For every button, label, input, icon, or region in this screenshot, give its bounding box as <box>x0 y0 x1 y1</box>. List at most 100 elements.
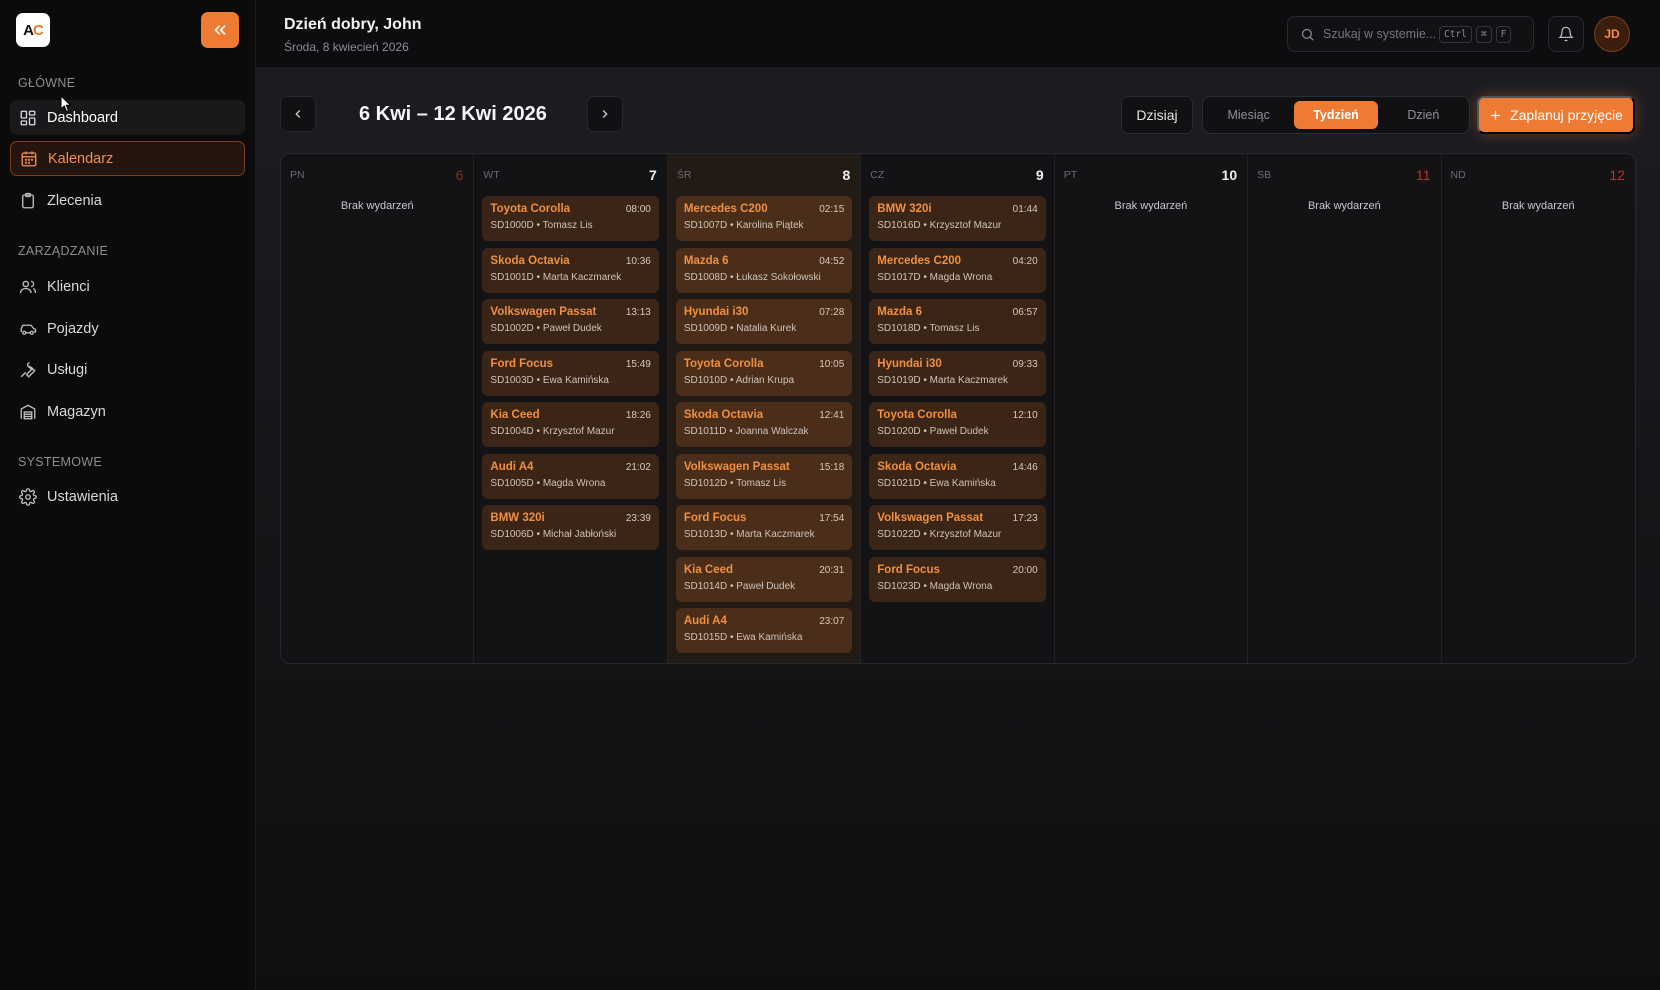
event-time: 04:20 <box>1012 255 1038 267</box>
event-card[interactable]: Kia Ceed 18:26 SD1004D • Krzysztof Mazur <box>482 402 659 447</box>
event-time: 10:05 <box>819 358 845 370</box>
event-card[interactable]: BMW 320i 23:39 SD1006D • Michał Jabłoński <box>482 505 659 550</box>
day-column[interactable]: CZ 9 BMW 320i 01:44 SD1016D • Krzysztof Mazu… <box>861 154 1055 663</box>
event-time: 12:10 <box>1012 410 1038 421</box>
sidebar-item-calendar[interactable]: Kalendarz <box>10 141 245 176</box>
sidebar-item-label: Kalendarz <box>48 150 114 167</box>
sidebar-item-warehouse[interactable]: Magazyn <box>10 394 245 429</box>
view-week-option[interactable]: Tydzień <box>1294 101 1378 129</box>
sidebar-item-label: Ustawienia <box>47 488 118 505</box>
sidebar-item-vehicles[interactable]: Pojazdy <box>10 311 245 346</box>
event-card[interactable]: Mercedes C200 04:20 SD1017D • Magda Wrona <box>869 247 1046 293</box>
event-card[interactable]: Mazda 6 04:52 SD1008D • Łukasz Sokołowski <box>675 247 853 293</box>
greeting-title: Dzień dobry, John <box>284 16 422 33</box>
chevrons-left-icon <box>214 25 226 35</box>
day-of-week-label: PN <box>290 169 305 181</box>
event-card[interactable]: Toyota Corolla 10:05 SD1010D • Adrian Krup… <box>675 350 853 396</box>
dashboard-icon <box>18 108 38 128</box>
search-box[interactable]: Ctrl ⌘ F <box>1287 16 1534 52</box>
wrench-icon <box>18 360 38 380</box>
event-card[interactable]: Audi A4 21:02 SD1005D • Magda Wrona <box>482 453 659 499</box>
event-card[interactable]: Hyundai i30 09:33 SD1019D • Marta Kaczmare… <box>869 350 1046 396</box>
event-time: 13:13 <box>625 307 651 318</box>
event-card[interactable]: Volkswagen Passat 13:13 SD1002D • Paweł Du… <box>482 299 659 344</box>
event-time: 09:33 <box>1012 358 1038 370</box>
event-details: SD1009D • Natalia Kurek <box>683 323 797 334</box>
day-column[interactable]: WT 7 Toyota Corolla 08:00 SD1000D • Tomasz L… <box>474 154 668 663</box>
day-column[interactable]: SB 11 Brak wydarzeń <box>1248 154 1442 663</box>
current-date: Środa, 8 kwiecień 2026 <box>284 40 409 54</box>
event-time: 17:54 <box>819 513 845 524</box>
day-column[interactable]: ND 12 Brak wydarzeń <box>1442 154 1635 663</box>
day-column[interactable]: PT 10 Brak wydarzeń <box>1055 154 1249 663</box>
calendar-icon <box>19 149 39 169</box>
event-card[interactable]: Ford Focus 17:54 SD1013D • Marta Kaczmarek <box>675 505 853 550</box>
event-card[interactable]: Toyota Corolla 08:00 SD1000D • Tomasz Lis <box>482 196 659 241</box>
sidebar-item-orders[interactable]: Zlecenia <box>10 183 245 218</box>
event-details: SD1019D • Marta Kaczmarek <box>877 374 1009 386</box>
event-card[interactable]: Volkswagen Passat 17:23 SD1022D • Krzyszto… <box>869 505 1046 550</box>
shortcut-key-cmd: ⌘ <box>1475 25 1492 43</box>
event-details: SD1016D • Krzysztof Mazur <box>877 220 1002 231</box>
event-card[interactable]: Skoda Octavia 14:46 SD1021D • Ewa Kamińska <box>869 453 1046 499</box>
event-details: SD1023D • Magda Wrona <box>877 580 993 592</box>
sidebar-item-label: Dashboard <box>47 109 118 126</box>
event-details: SD1001D • Marta Kaczmarek <box>490 271 622 283</box>
no-events-label: Brak wydarzeń <box>1501 200 1575 212</box>
event-card[interactable]: BMW 320i 01:44 SD1016D • Krzysztof Mazur <box>869 196 1046 241</box>
next-week-button[interactable] <box>587 96 623 132</box>
view-month-option[interactable]: Miesiąc <box>1207 101 1290 129</box>
event-details: SD1004D • Krzysztof Mazur <box>490 426 615 437</box>
schedule-appointment-button[interactable]: Zaplanuj przyjęcie <box>1477 96 1635 134</box>
event-time: 20:31 <box>819 564 845 576</box>
sidebar-item-clients[interactable]: Klienci <box>10 269 245 304</box>
previous-week-button[interactable] <box>280 96 316 132</box>
shortcut-key-f: F <box>1495 25 1512 43</box>
mouse-cursor-icon <box>60 95 72 113</box>
event-card[interactable]: Volkswagen Passat 15:18 SD1012D • Tomasz L… <box>675 453 853 499</box>
section-title-main: GŁÓWNE <box>18 76 76 90</box>
collapse-sidebar-button[interactable] <box>201 12 239 48</box>
event-card[interactable]: Audi A4 23:07 SD1015D • Ewa Kamińska <box>675 608 853 653</box>
event-card[interactable]: Mercedes C200 02:15 SD1007D • Karolina Pią… <box>675 196 853 241</box>
event-details: SD1008D • Łukasz Sokołowski <box>683 271 821 283</box>
event-details: SD1007D • Karolina Piątek <box>683 220 804 231</box>
sidebar: AC GŁÓWNE Dashboard Kalendarz Zlecenia Z… <box>0 0 256 990</box>
today-button[interactable]: Dzisiaj <box>1121 96 1193 134</box>
day-header: ŚR 8 <box>676 154 852 196</box>
event-card[interactable]: Kia Ceed 20:31 SD1014D • Paweł Dudek <box>675 556 853 602</box>
event-card[interactable]: Hyundai i30 07:28 SD1009D • Natalia Kurek <box>675 299 853 344</box>
logo-letter-a: A <box>23 21 34 39</box>
sidebar-item-dashboard[interactable]: Dashboard <box>10 100 245 135</box>
event-card[interactable]: Skoda Octavia 10:36 SD1001D • Marta Kaczma… <box>482 247 659 293</box>
event-details: SD1010D • Adrian Krupa <box>683 374 795 386</box>
notifications-button[interactable] <box>1548 16 1584 52</box>
app-logo[interactable]: AC <box>16 13 50 47</box>
day-of-week-label: ND <box>1450 169 1466 181</box>
event-time: 20:00 <box>1012 564 1038 576</box>
event-time: 07:28 <box>819 307 845 318</box>
week-calendar-grid: PN 6 Brak wydarzeń WT 7 Toyota Corolla 08:00 SD… <box>280 153 1636 664</box>
view-day-option[interactable]: Dzień <box>1382 101 1465 129</box>
event-card[interactable]: Mazda 6 06:57 SD1018D • Tomasz Lis <box>869 299 1046 344</box>
schedule-appointment-label: Zaplanuj przyjęcie <box>1510 107 1623 123</box>
event-card[interactable]: Skoda Octavia 12:41 SD1011D • Joanna Walcz… <box>675 402 853 447</box>
event-card[interactable]: Ford Focus 20:00 SD1023D • Magda Wrona <box>869 556 1046 602</box>
event-details: SD1013D • Marta Kaczmarek <box>683 529 815 540</box>
event-time: 15:49 <box>625 358 651 370</box>
search-input[interactable] <box>1323 27 1435 41</box>
event-details: SD1015D • Ewa Kamińska <box>683 632 803 643</box>
event-time: 17:23 <box>1012 513 1038 524</box>
no-events-label: Brak wydarzeń <box>340 200 414 212</box>
sidebar-item-services[interactable]: Usługi <box>10 352 245 387</box>
view-switcher: Miesiąc Tydzień Dzień <box>1202 96 1470 134</box>
sidebar-item-settings[interactable]: Ustawienia <box>10 479 245 514</box>
day-column[interactable]: ŚR 8 Mercedes C200 02:15 SD1007D • Karolina … <box>667 154 862 663</box>
section-title-management: ZARZĄDZANIE <box>18 244 109 258</box>
event-card[interactable]: Toyota Corolla 12:10 SD1020D • Paweł Dudek <box>869 402 1046 447</box>
user-avatar[interactable]: JD <box>1594 16 1630 52</box>
car-icon <box>18 319 38 339</box>
event-time: 23:07 <box>819 616 845 627</box>
event-card[interactable]: Ford Focus 15:49 SD1003D • Ewa Kamińska <box>482 350 659 396</box>
day-column[interactable]: PN 6 Brak wydarzeń <box>281 154 475 663</box>
